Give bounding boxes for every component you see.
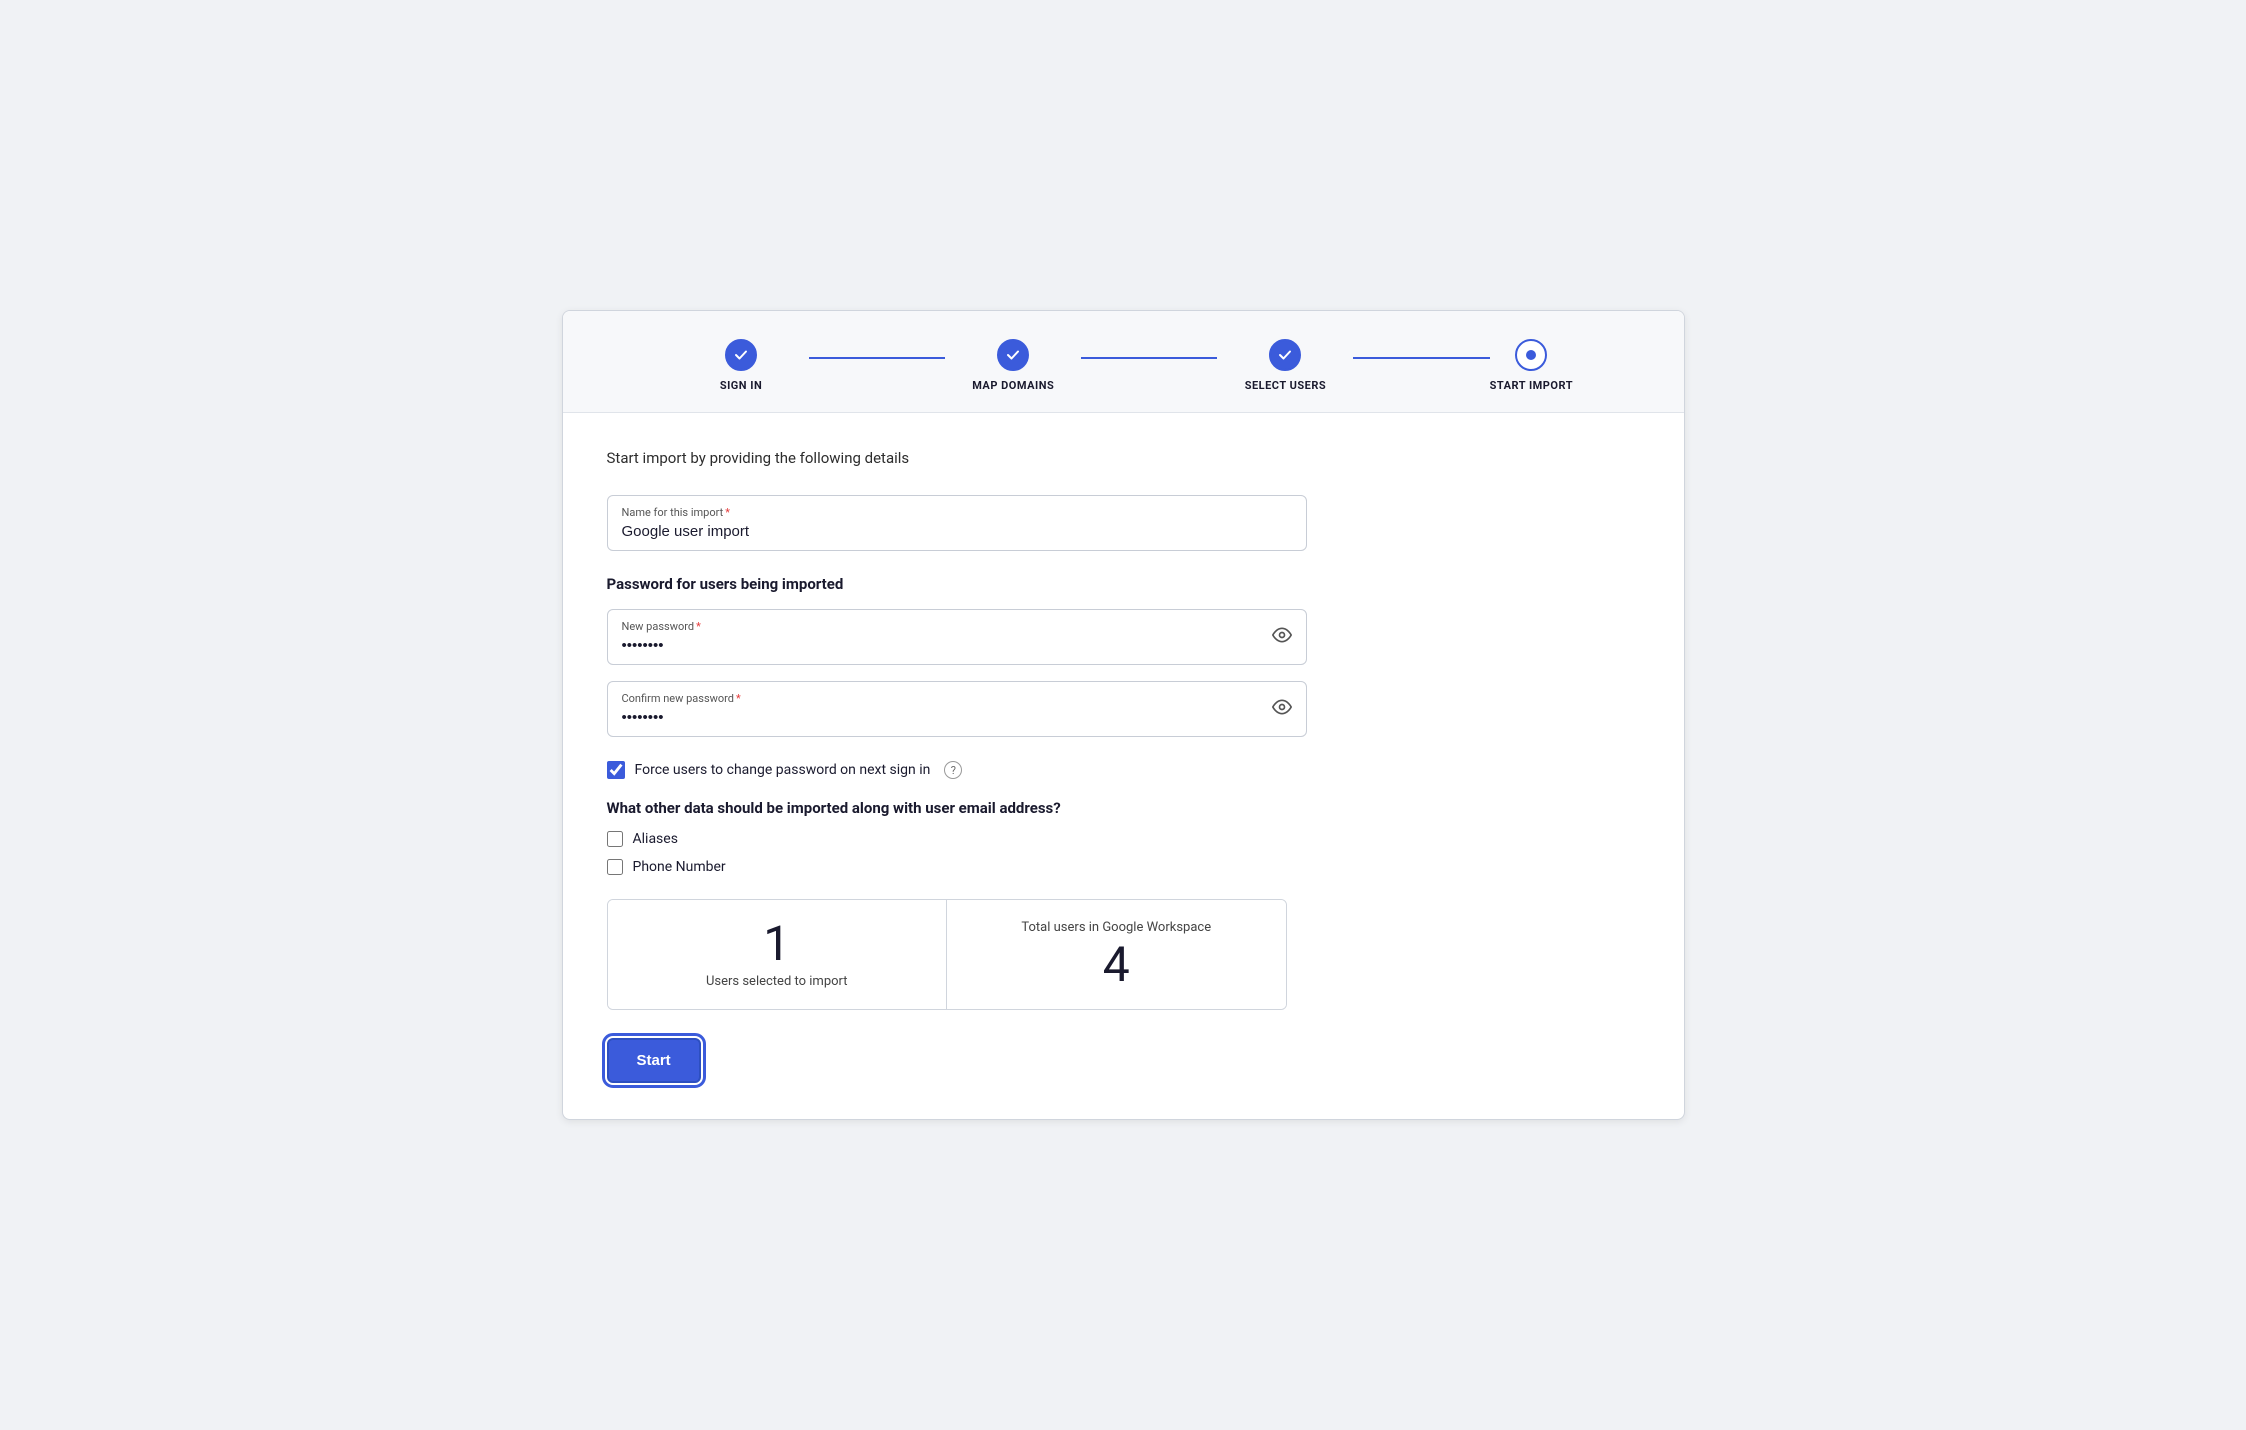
force-change-row: Force users to change password on next s… bbox=[607, 761, 1640, 779]
force-change-label[interactable]: Force users to change password on next s… bbox=[635, 762, 931, 778]
required-star: * bbox=[725, 506, 730, 519]
step-circle-sign-in bbox=[725, 339, 757, 371]
check-icon-map-domains bbox=[1005, 347, 1021, 363]
new-password-input[interactable] bbox=[622, 637, 1292, 654]
stats-row: 1 Users selected to import Total users i… bbox=[607, 899, 1287, 1010]
import-name-wrapper: Name for this import* bbox=[607, 495, 1307, 551]
step-sign-in: SIGN IN bbox=[673, 339, 809, 392]
force-change-checkbox[interactable] bbox=[607, 761, 625, 779]
import-name-group: Name for this import* bbox=[607, 495, 1640, 551]
step-line-3 bbox=[1353, 357, 1489, 359]
toggle-confirm-password-visibility-icon[interactable] bbox=[1272, 697, 1292, 721]
confirm-password-input[interactable] bbox=[622, 709, 1292, 726]
step-label-start-import: START IMPORT bbox=[1490, 379, 1573, 392]
password-section: Password for users being imported New pa… bbox=[607, 575, 1640, 737]
check-icon-select-users bbox=[1277, 347, 1293, 363]
step-label-map-domains: MAP DOMAINS bbox=[972, 379, 1054, 392]
import-name-label: Name for this import* bbox=[622, 506, 1292, 519]
required-star-pwd: * bbox=[696, 620, 701, 633]
total-users-label: Total users in Google Workspace bbox=[1021, 920, 1211, 935]
additional-data-section: What other data should be imported along… bbox=[607, 799, 1640, 875]
main-window: SIGN IN MAP DOMAINS SE bbox=[562, 310, 1685, 1120]
step-label-sign-in: SIGN IN bbox=[720, 379, 762, 392]
step-map-domains: MAP DOMAINS bbox=[945, 339, 1081, 392]
step-start-import: START IMPORT bbox=[1490, 339, 1573, 392]
confirm-password-label: Confirm new password* bbox=[622, 692, 1292, 705]
main-content: Start import by providing the following … bbox=[563, 413, 1684, 1119]
aliases-row: Aliases bbox=[607, 831, 1640, 847]
password-section-title: Password for users being imported bbox=[607, 575, 1640, 593]
new-password-wrapper: New password* bbox=[607, 609, 1307, 665]
stepper: SIGN IN MAP DOMAINS SE bbox=[563, 311, 1684, 413]
aliases-label[interactable]: Aliases bbox=[633, 831, 678, 847]
force-change-help-icon[interactable]: ? bbox=[944, 761, 962, 779]
aliases-checkbox[interactable] bbox=[607, 831, 623, 847]
intro-text: Start import by providing the following … bbox=[607, 449, 1640, 467]
step-label-select-users: SELECT USERS bbox=[1245, 379, 1326, 392]
import-name-input[interactable] bbox=[622, 523, 1292, 540]
phone-row: Phone Number bbox=[607, 859, 1640, 875]
total-users-box: Total users in Google Workspace 4 bbox=[947, 900, 1286, 1009]
users-selected-label: Users selected to import bbox=[706, 974, 848, 989]
step-line-2 bbox=[1081, 357, 1217, 359]
check-icon-sign-in bbox=[733, 347, 749, 363]
phone-label[interactable]: Phone Number bbox=[633, 859, 726, 875]
step-select-users: SELECT USERS bbox=[1217, 339, 1353, 392]
step-circle-start-import bbox=[1515, 339, 1547, 371]
stepper-track: SIGN IN MAP DOMAINS SE bbox=[673, 339, 1573, 392]
data-question-text: What other data should be imported along… bbox=[607, 799, 1640, 817]
step-line-1 bbox=[809, 357, 945, 359]
step-circle-select-users bbox=[1269, 339, 1301, 371]
confirm-password-wrapper: Confirm new password* bbox=[607, 681, 1307, 737]
total-users-value: 4 bbox=[1103, 941, 1130, 989]
toggle-password-visibility-icon[interactable] bbox=[1272, 625, 1292, 649]
step-circle-map-domains bbox=[997, 339, 1029, 371]
users-selected-box: 1 Users selected to import bbox=[608, 900, 948, 1009]
start-button[interactable]: Start bbox=[607, 1038, 701, 1083]
users-selected-value: 1 bbox=[763, 920, 790, 968]
phone-checkbox[interactable] bbox=[607, 859, 623, 875]
required-star-confirm: * bbox=[736, 692, 741, 705]
new-password-label: New password* bbox=[622, 620, 1292, 633]
